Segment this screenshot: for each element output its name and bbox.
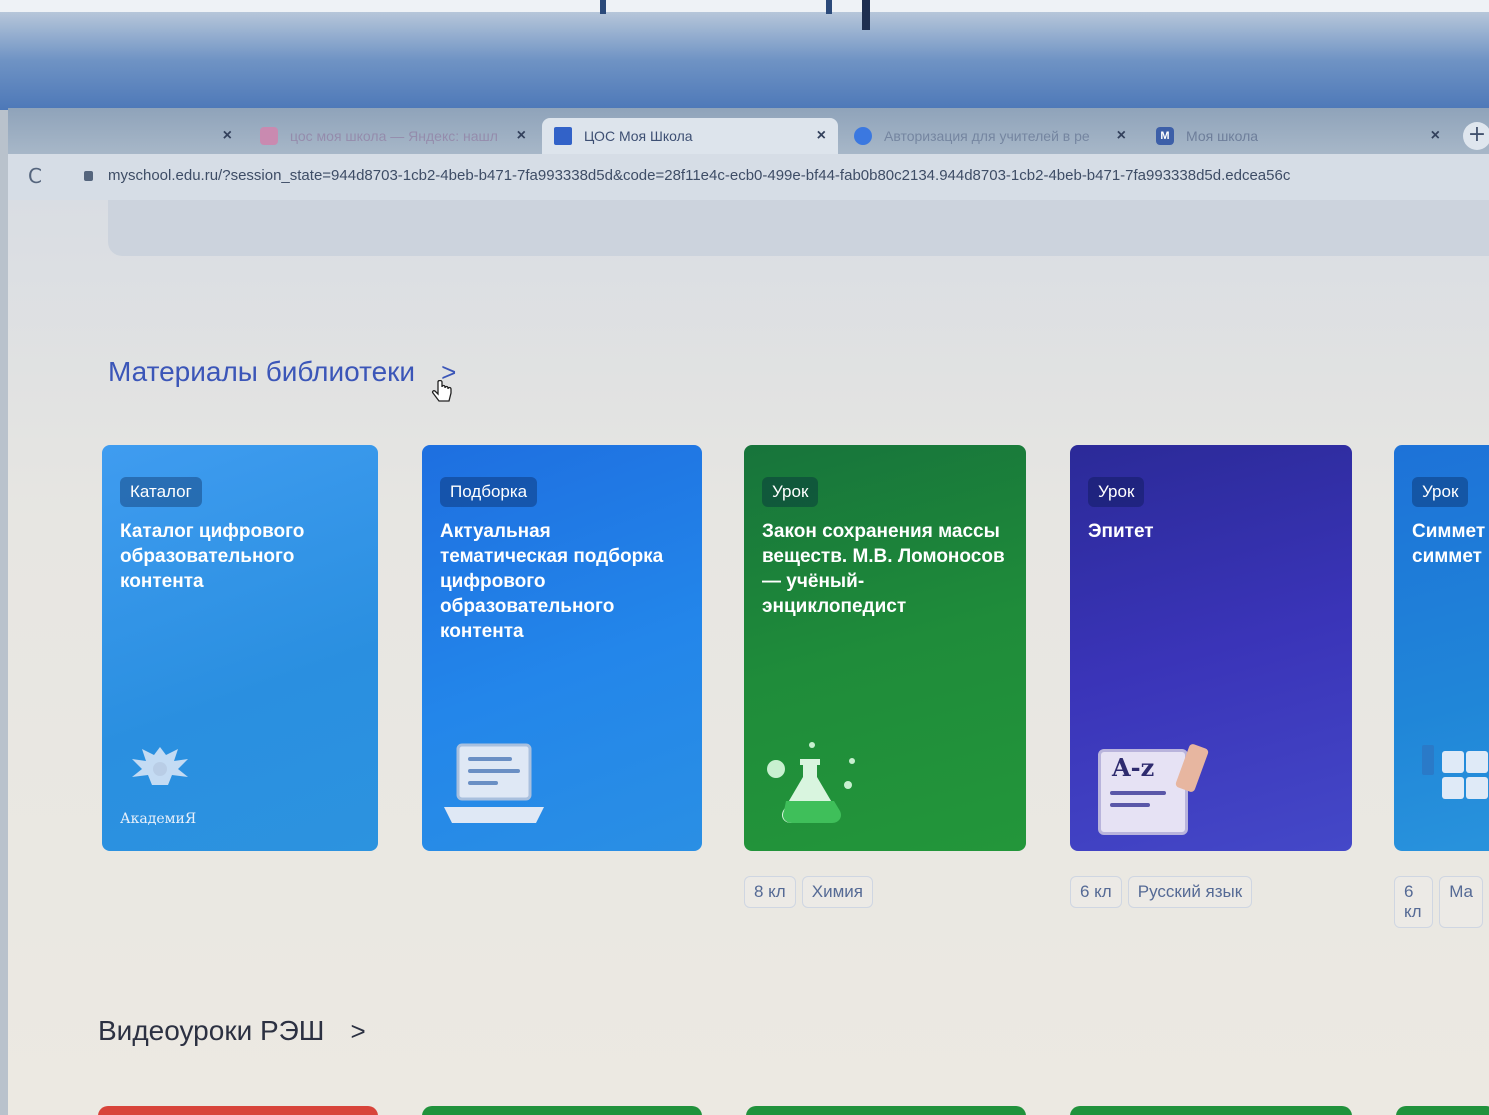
close-tab-icon[interactable]: × [1431, 127, 1440, 145]
video-card[interactable] [1070, 1106, 1352, 1115]
card-tags-math: 6 кл Ма [1394, 876, 1489, 928]
header-strip [108, 200, 1489, 256]
card-title: Каталог цифрового образовательного конте… [120, 521, 305, 592]
tab-1[interactable]: цос моя школа — Яндекс: нашл × [248, 118, 538, 154]
video-section-title[interactable]: Видеоуроки РЭШ > [98, 1015, 366, 1047]
subject-tag[interactable]: Химия [801, 876, 873, 908]
video-card[interactable] [1396, 1106, 1489, 1115]
subject-tag[interactable]: Ма [1439, 876, 1483, 928]
alphabet-text: A-z [1112, 753, 1155, 782]
card-badge: Каталог [120, 477, 202, 507]
video-title-text: Видеоуроки РЭШ [98, 1015, 325, 1046]
tab-title: Моя школа [1186, 128, 1259, 144]
lock-icon [84, 171, 93, 181]
bezel-mark [862, 0, 870, 30]
video-card[interactable] [746, 1106, 1026, 1115]
library-card-lesson-chemistry[interactable]: Урок Закон сохранения массы веществ. М.В… [744, 445, 1026, 851]
tab-title: Авторизация для учителей в ре [884, 128, 1090, 144]
close-tab-icon[interactable]: × [223, 127, 232, 145]
m-favicon-icon: M [1156, 127, 1174, 145]
library-card-lesson-russian[interactable]: Урок Эпитет A-z [1070, 445, 1352, 851]
library-card-lesson-math[interactable]: Урок Симмет симмет [1394, 445, 1489, 851]
video-card[interactable] [98, 1106, 378, 1115]
card-tags-russian: 6 кл Русский язык [1070, 876, 1258, 908]
card-title: Эпитет [1088, 521, 1154, 542]
flask-icon [767, 742, 855, 823]
tab-title: цос моя школа — Яндекс: нашл [290, 128, 498, 144]
tab-2[interactable]: ЦОС Моя Школа × [542, 118, 838, 154]
card-badge: Урок [1412, 477, 1469, 507]
card-tags-chemistry: 8 кл Химия [744, 876, 879, 908]
academy-logo-text: АкадемиЯ [120, 811, 197, 827]
card-badge: Урок [1088, 477, 1145, 507]
chevron-right-icon: > [350, 1015, 366, 1046]
bezel-mark [600, 0, 606, 14]
url-field[interactable]: myschool.edu.ru/?session_state=944d8703-… [108, 167, 1488, 184]
academy-emblem-icon: АкадемиЯ [120, 741, 200, 831]
card-title: Симмет симмет [1412, 521, 1486, 567]
close-tab-icon[interactable]: × [517, 127, 526, 145]
grade-tag[interactable]: 8 кл [744, 876, 796, 908]
library-card-selection[interactable]: Подборка Актуальная тематическая подборк… [422, 445, 702, 851]
tab-0[interactable]: × [8, 118, 244, 154]
subject-tag[interactable]: Русский язык [1127, 876, 1253, 908]
card-title: Актуальная тематическая подборка цифрово… [440, 521, 664, 642]
auth-favicon-icon [854, 127, 872, 145]
close-tab-icon[interactable]: × [817, 127, 826, 145]
address-bar: C myschool.edu.ru/?session_state=944d870… [8, 154, 1489, 201]
library-card-catalog[interactable]: Каталог Каталог цифрового образовательно… [102, 445, 378, 851]
close-tab-icon[interactable]: × [1117, 127, 1126, 145]
alphabet-scroll-icon: A-z [1090, 741, 1210, 835]
tab-4[interactable]: M Моя школа × [1144, 118, 1452, 154]
tab-3[interactable]: Авторизация для учителей в ре × [842, 118, 1138, 154]
tab-strip: × цос моя школа — Яндекс: нашл × ЦОС Моя… [8, 108, 1489, 154]
library-title-text: Материалы библиотеки [108, 356, 416, 387]
card-badge: Подборка [440, 477, 538, 507]
grade-tag[interactable]: 6 кл [1394, 876, 1434, 928]
reload-icon[interactable]: C [28, 164, 42, 188]
library-section-title[interactable]: Материалы библиотеки > [108, 356, 456, 388]
video-card[interactable] [422, 1106, 702, 1115]
card-badge: Урок [762, 477, 819, 507]
yandex-favicon-icon [260, 127, 278, 145]
math-icon [1422, 745, 1488, 799]
new-tab-button[interactable]: + [1463, 122, 1489, 150]
page-content: Материалы библиотеки > Каталог Каталог ц… [8, 200, 1489, 1115]
bezel-edge [0, 0, 1489, 12]
laptop-icon [444, 743, 544, 823]
hand-cursor-icon [431, 380, 452, 402]
tab-title: ЦОС Моя Школа [584, 128, 693, 144]
bezel-mark [826, 0, 832, 14]
monitor-bezel [0, 0, 1489, 110]
card-title: Закон сохранения массы веществ. М.В. Лом… [762, 521, 1005, 617]
grade-tag[interactable]: 6 кл [1070, 876, 1122, 908]
myschool-favicon-icon [554, 127, 572, 145]
